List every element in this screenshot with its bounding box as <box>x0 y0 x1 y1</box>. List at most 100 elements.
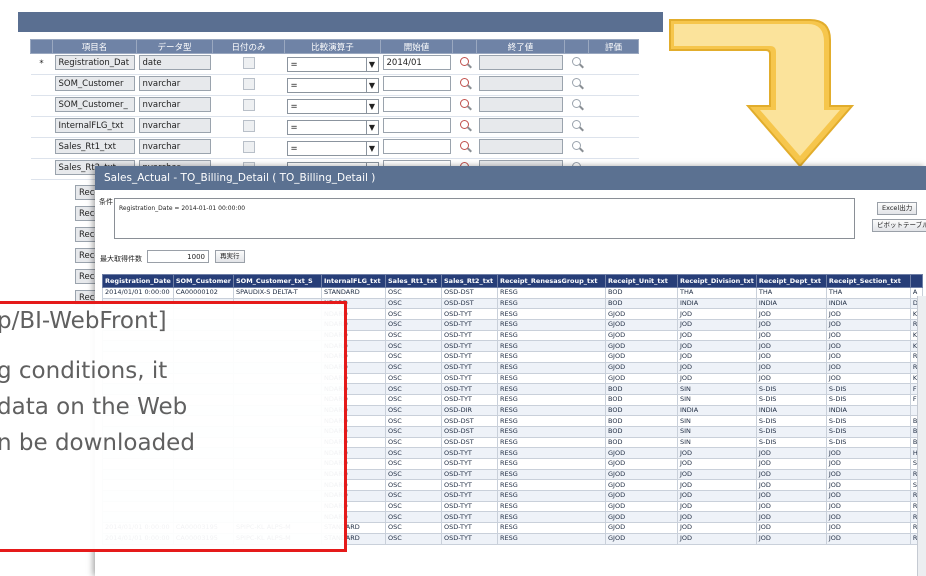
column-header[interactable] <box>909 274 923 288</box>
date-only-checkbox[interactable] <box>242 77 255 90</box>
operator-select[interactable]: =▼ <box>286 119 379 135</box>
data-type-cell: nvarchar <box>136 137 213 159</box>
search-icon[interactable] <box>571 98 583 111</box>
date-only-checkbox[interactable] <box>242 140 255 153</box>
table-cell: GJOD <box>605 351 678 363</box>
table-cell: S-DIS <box>825 436 911 449</box>
result-vertical-scrollbar[interactable] <box>917 296 926 576</box>
column-header[interactable]: Receipt_Dept_txt <box>755 274 827 288</box>
table-row[interactable]: 2014/01/01 0:00:00 CA00000102 SPAUDIX-S DE… <box>102 287 923 299</box>
table-cell: OSD-TYT <box>441 479 498 492</box>
search-icon[interactable] <box>459 98 471 111</box>
field-name: SOM_Customer <box>54 76 135 91</box>
table-cell: OSD-TYT <box>441 361 498 374</box>
condition-label: 条件 <box>99 198 113 206</box>
table-cell: OSD-DST <box>441 425 498 438</box>
callout-line-4: n be downloaded <box>0 430 195 456</box>
table-cell: GJOD <box>605 522 678 534</box>
operator-select[interactable]: =▼ <box>286 77 379 93</box>
max-rows-input[interactable]: 1000 <box>147 250 209 263</box>
end-value-input[interactable] <box>478 55 563 70</box>
pivot-table-button[interactable]: ピボットテーブル <box>872 219 926 232</box>
table-cell: SIN <box>677 383 757 395</box>
start-value-input[interactable] <box>382 76 451 91</box>
operator-select[interactable]: =▼ <box>286 98 379 114</box>
condition-text-area[interactable]: Registration_Date = 2014-01-01 00:00:00 <box>114 198 855 239</box>
search-icon[interactable] <box>571 119 583 132</box>
search-icon[interactable] <box>571 77 583 90</box>
table-cell: OSC <box>385 532 442 545</box>
condition-row: SOM_Customer_ nvarchar = ▼ <box>30 95 639 117</box>
operator-cell: =▼ <box>284 95 381 117</box>
condition-editor-titlebar <box>18 12 663 32</box>
table-cell: INDIA <box>755 297 827 310</box>
column-header[interactable]: SOM_Customer_txt_S <box>233 274 322 288</box>
start-value-input[interactable] <box>382 97 451 112</box>
operator-select[interactable]: =▼ <box>286 140 379 156</box>
table-cell: BOD <box>605 393 678 406</box>
header-operator: 比較演算子 <box>284 39 381 54</box>
table-cell: S-DIS <box>825 425 911 438</box>
callout-line-2: g conditions, it <box>0 358 168 384</box>
search-icon[interactable] <box>571 140 583 153</box>
table-cell: JOD <box>677 329 757 342</box>
condition-header-row: 項目名 データ型 日付のみ 比較演算子 開始値 終了値 評価 <box>30 39 639 54</box>
table-cell: S-DIS <box>825 393 911 406</box>
column-header[interactable]: Sales_Rt2_txt <box>441 274 498 288</box>
date-only-checkbox[interactable] <box>242 98 255 111</box>
table-cell: OSC <box>385 308 442 321</box>
start-value-input[interactable] <box>382 118 451 133</box>
table-cell: THA <box>755 287 827 299</box>
evaluation-cell <box>588 137 639 159</box>
table-cell: JOD <box>677 468 757 481</box>
column-header[interactable]: InternalFLG_txt <box>321 274 386 288</box>
table-cell: JOD <box>677 372 757 385</box>
table-cell: S-DIS <box>755 436 827 449</box>
operator-select[interactable]: =▼ <box>286 56 379 72</box>
end-value-input[interactable] <box>478 118 563 133</box>
table-cell: RESG <box>497 522 606 534</box>
table-cell: JOD <box>677 511 757 524</box>
end-value-input[interactable] <box>478 139 563 154</box>
table-cell: BOD <box>605 297 678 310</box>
table-cell: OSC <box>385 404 442 417</box>
header-evaluation: 評価 <box>588 39 639 54</box>
operator-cell: =▼ <box>284 74 381 96</box>
start-value-input[interactable]: 2014/01 <box>382 55 451 70</box>
table-cell: JOD <box>755 468 827 481</box>
table-cell: OSC <box>385 361 442 374</box>
table-cell: OSD-TYT <box>441 319 498 331</box>
search-icon[interactable] <box>459 77 471 90</box>
table-cell: JOD <box>825 372 911 385</box>
start-value-input[interactable] <box>382 139 451 154</box>
search-icon[interactable] <box>459 56 471 69</box>
table-cell: JOD <box>825 361 911 374</box>
rerun-button[interactable]: 再実行 <box>215 250 245 263</box>
table-cell: THA <box>677 287 757 299</box>
column-header[interactable]: SOM_Customer <box>172 274 235 288</box>
date-only-checkbox[interactable] <box>242 119 255 132</box>
column-header[interactable]: Registration_Date <box>102 274 174 288</box>
search-icon[interactable] <box>459 140 471 153</box>
result-header-row: Registration_Date SOM_Customer SOM_Custome… <box>102 274 923 288</box>
table-cell: JOD <box>755 319 827 331</box>
column-header[interactable]: Sales_Rt1_txt <box>385 274 442 288</box>
search-icon[interactable] <box>459 119 471 132</box>
column-header[interactable]: Receipt_Division_txt <box>677 274 757 288</box>
table-cell: OSC <box>385 500 442 513</box>
end-value-input[interactable] <box>478 76 563 91</box>
table-cell: RESG <box>497 329 606 342</box>
table-cell: JOD <box>677 490 757 502</box>
table-cell: OSC <box>385 490 442 502</box>
search-icon[interactable] <box>571 56 583 69</box>
excel-export-button[interactable]: Excel出力 <box>877 202 918 215</box>
table-cell: JOD <box>677 351 757 363</box>
table-cell: JOD <box>677 479 757 492</box>
column-header[interactable]: Receipt_Section_txt <box>825 274 911 288</box>
end-value-input[interactable] <box>478 97 563 112</box>
column-header[interactable]: Receipt_RenesasGroup_txt <box>497 274 606 288</box>
end-lookup-cell <box>564 53 589 75</box>
date-only-checkbox[interactable] <box>242 56 255 69</box>
table-cell: JOD <box>825 500 911 513</box>
column-header[interactable]: Receipt_Unit_txt <box>605 274 678 288</box>
